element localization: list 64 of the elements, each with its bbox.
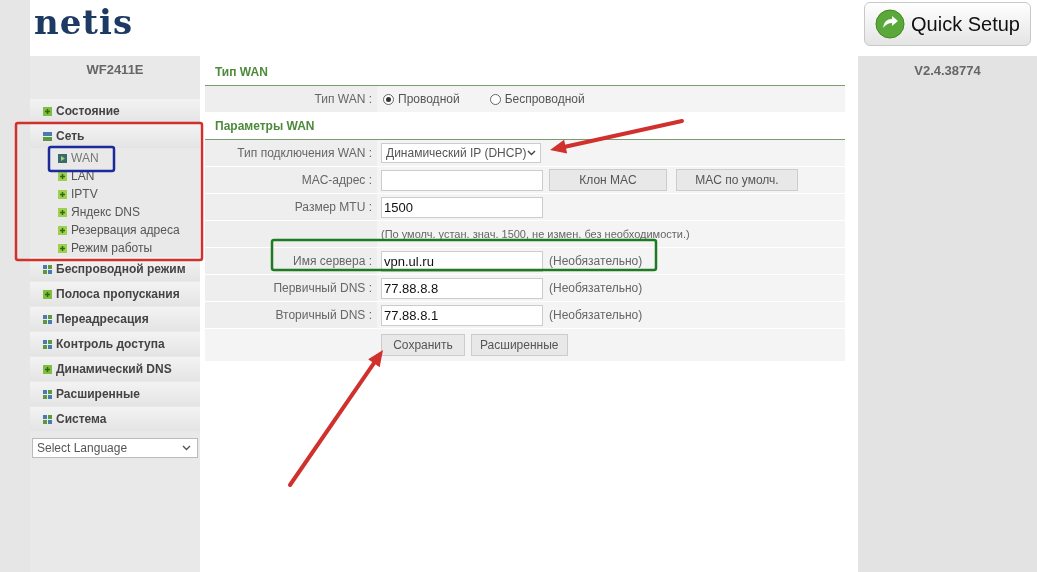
field-label: Размер MTU : bbox=[294, 200, 372, 214]
mtu-note: (По умолч. устан. знач. 1500, не измен. без необходимости.) bbox=[381, 228, 690, 240]
menu-label: Переадресация bbox=[56, 312, 149, 326]
chevron-down-icon bbox=[527, 150, 536, 156]
input-field[interactable]: vpn.ul.ru bbox=[381, 250, 543, 272]
menu-label: Система bbox=[56, 412, 107, 426]
plus-square-icon bbox=[43, 364, 52, 374]
radio-option[interactable]: Беспроводной bbox=[489, 92, 585, 106]
model-name: WF2411E bbox=[85, 61, 145, 79]
menu-label: Сеть bbox=[56, 129, 85, 143]
menu-item[interactable]: Полоса пропускания bbox=[30, 282, 200, 306]
radio-button[interactable] bbox=[489, 93, 501, 105]
radio-button[interactable] bbox=[383, 93, 394, 105]
input-field[interactable]: 77.88.8.8 bbox=[381, 277, 543, 299]
input-field[interactable]: 1500 bbox=[381, 196, 543, 218]
quick-setup-button[interactable]: Quick Setup bbox=[864, 2, 1031, 46]
mac-button[interactable]: MAC по умолч. bbox=[676, 169, 798, 191]
menu-label: Беспроводной режим bbox=[56, 262, 186, 276]
menu-label: Контроль доступа bbox=[56, 337, 165, 351]
field-label: Первичный DNS : bbox=[273, 281, 372, 295]
input-field[interactable]: 77.88.8.1 bbox=[381, 304, 543, 326]
field-label: Вторичный DNS : bbox=[275, 308, 372, 322]
menu-item[interactable]: Сеть bbox=[30, 124, 200, 148]
radio-option[interactable]: Проводной bbox=[383, 92, 460, 106]
plus-square-icon bbox=[58, 225, 67, 235]
menu-label: Динамический DNS bbox=[56, 362, 172, 376]
chevron-down-icon bbox=[182, 445, 191, 451]
input-field[interactable] bbox=[381, 169, 543, 191]
optional-hint: (Необязательно) bbox=[549, 254, 643, 268]
plus-square-icon bbox=[43, 106, 52, 116]
menu-label: Состояние bbox=[56, 104, 120, 118]
action-button[interactable]: Расширенные bbox=[471, 334, 568, 356]
plus-square-icon bbox=[58, 243, 67, 253]
field-label: MAC-адрес : bbox=[301, 173, 372, 187]
optional-hint: (Необязательно) bbox=[549, 281, 643, 295]
menu-item[interactable]: Контроль доступа bbox=[30, 332, 200, 356]
firmware-version: V2.4.38774 bbox=[913, 62, 982, 78]
connection-type-select[interactable]: Динамический IP (DHCP) bbox=[381, 143, 541, 163]
submenu-item[interactable]: WAN bbox=[58, 149, 200, 167]
mac-button[interactable]: Клон MAC bbox=[549, 169, 667, 191]
submenu-item[interactable]: Яндекс DNS bbox=[58, 203, 200, 221]
plus-square-icon bbox=[58, 171, 67, 181]
optional-hint: (Необязательно) bbox=[549, 308, 643, 322]
menu-item[interactable]: Переадресация bbox=[30, 307, 200, 331]
menu-label: Расширенные bbox=[56, 387, 140, 401]
field-label: Имя сервера : bbox=[293, 254, 372, 268]
submenu-item[interactable]: IPTV bbox=[58, 185, 200, 203]
menu-label: Полоса пропускания bbox=[56, 287, 180, 301]
plus-square-icon bbox=[58, 189, 67, 199]
menu-item[interactable]: Динамический DNS bbox=[30, 357, 200, 381]
play-icon bbox=[58, 153, 67, 163]
logo: netis bbox=[34, 2, 134, 42]
plus-square-icon bbox=[58, 207, 67, 217]
menu-item[interactable]: Состояние bbox=[30, 99, 200, 123]
submenu-item[interactable]: Режим работы bbox=[58, 239, 200, 257]
plus-square-icon bbox=[43, 289, 52, 299]
field-label: Тип подключения WAN : bbox=[237, 146, 372, 160]
submenu-item[interactable]: Резервация адреса bbox=[58, 221, 200, 239]
menu-item[interactable]: Расширенные bbox=[30, 382, 200, 406]
action-button[interactable]: Сохранить bbox=[381, 334, 465, 356]
menu-item[interactable]: Беспроводной режим bbox=[30, 257, 200, 281]
menu-item[interactable]: Система bbox=[30, 407, 200, 431]
language-select[interactable]: Select Language bbox=[32, 438, 198, 458]
field-label: Тип WAN : bbox=[314, 92, 372, 106]
